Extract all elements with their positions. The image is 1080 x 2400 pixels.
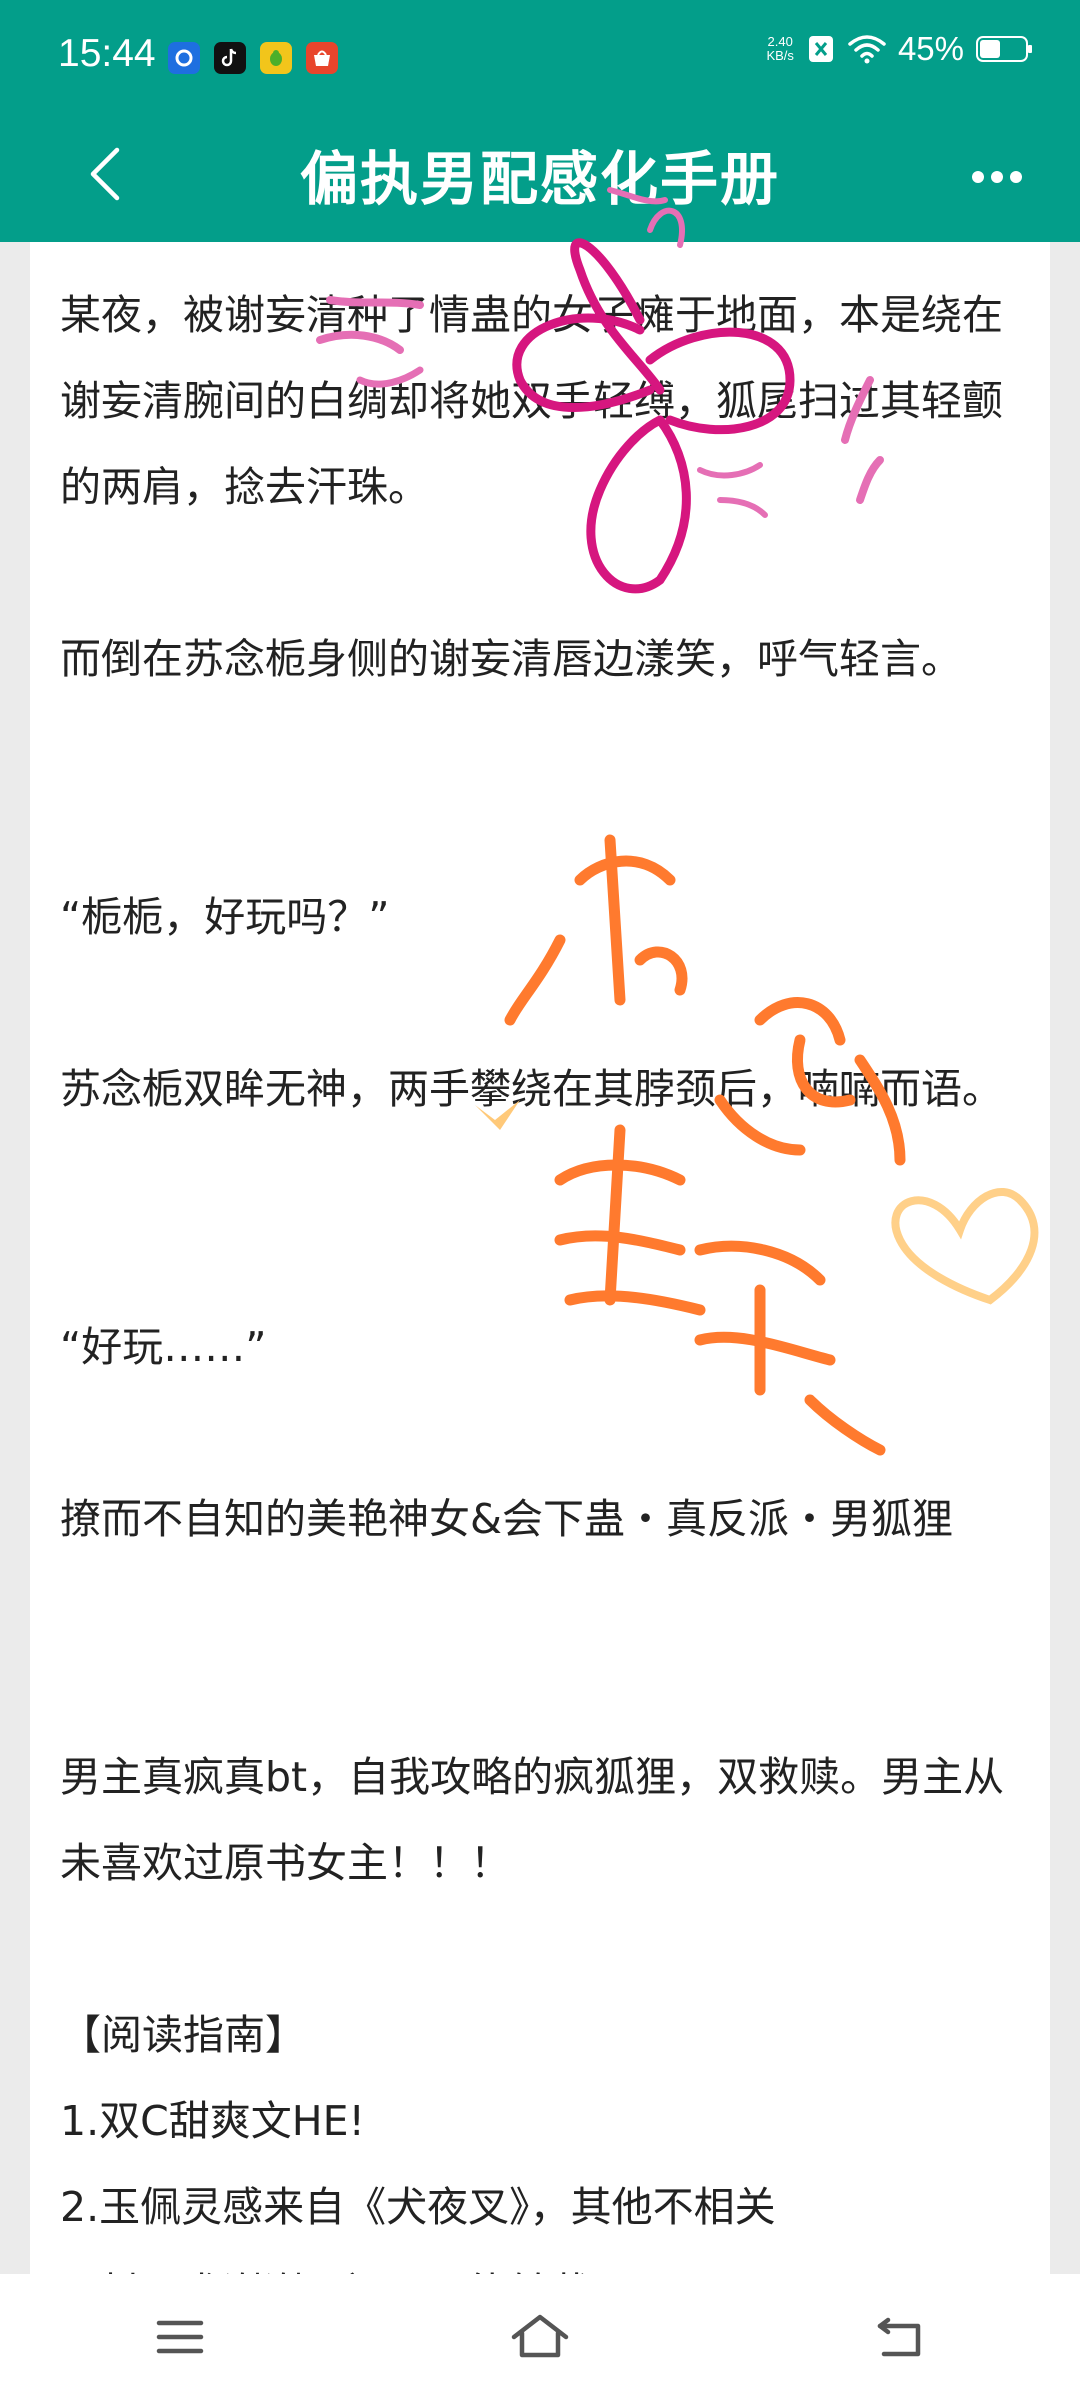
paragraph: 1.双C甜爽文HE!	[60, 2097, 365, 2145]
paragraph: 【阅读指南】	[60, 2011, 306, 2059]
network-speed-unit: KB/s	[766, 48, 794, 63]
paragraph: 某夜，被谢妄清种了情蛊的女子瘫于地面，本是绕在谢妄清腕间的白绸却将她双手轻缚，狐…	[60, 291, 1003, 511]
network-speed-value: 2.40	[767, 34, 793, 49]
system-navigation-bar	[0, 2274, 1080, 2400]
sim-disabled-icon	[808, 36, 833, 62]
menu-lines-icon	[156, 2320, 204, 2354]
wifi-icon	[848, 35, 886, 64]
paragraph: 男主真疯真bt，自我攻略的疯狐狸，双救赎。男主从未喜欢过原书女主！！！	[60, 1753, 1005, 1887]
paragraph: 苏念栀双眸无神，两手攀绕在其脖颈后，喃喃而语。	[60, 1065, 1003, 1113]
more-options-button[interactable]	[962, 142, 1032, 212]
back-nav-button[interactable]	[840, 2292, 960, 2382]
home-button[interactable]	[480, 2292, 600, 2382]
network-speed: 2.40 KB/s	[766, 35, 793, 63]
home-icon	[511, 2314, 569, 2358]
paragraph: 3.封面求谢谢黑门，不能转载！	[60, 2250, 1040, 2274]
bug-game-icon	[260, 42, 292, 74]
more-dots-icon	[972, 171, 1022, 183]
shopping-app-icon	[306, 42, 338, 74]
app-bar: 偏执男配感化手册	[0, 112, 1080, 242]
status-right: 2.40 KB/s 45%	[766, 30, 1032, 68]
status-time: 15:44	[58, 32, 156, 75]
paragraph: “栀栀，好玩吗？”	[60, 893, 390, 941]
chevron-left-icon	[90, 147, 120, 201]
paragraph: “好玩……”	[60, 1323, 267, 1371]
back-arrow-icon	[877, 2317, 921, 2357]
book-synopsis-content[interactable]: 某夜，被谢妄清种了情蛊的女子瘫于地面，本是绕在谢妄清腕间的白绸却将她双手轻缚，狐…	[30, 242, 1050, 2274]
paragraph: 而倒在苏念栀身侧的谢妄清唇边漾笑，呼气轻言。	[60, 635, 962, 683]
battery-percent: 45%	[897, 30, 964, 67]
notification-icons	[168, 42, 338, 74]
back-button[interactable]	[70, 134, 140, 214]
page-title: 偏执男配感化手册	[299, 145, 780, 213]
status-bar: 15:44 2.40 KB/s 45%	[0, 0, 1080, 112]
recent-apps-button[interactable]	[120, 2292, 240, 2382]
paragraph: 撩而不自知的美艳神女&会下蛊・真反派・男狐狸	[60, 1495, 953, 1543]
battery-level-fill	[980, 40, 1000, 58]
browser-app-icon	[168, 42, 200, 74]
battery-icon	[976, 36, 1032, 62]
tiktok-icon	[214, 42, 246, 74]
paragraph: 2.玉佩灵感来自《犬夜叉》，其他不相关	[60, 2183, 776, 2231]
